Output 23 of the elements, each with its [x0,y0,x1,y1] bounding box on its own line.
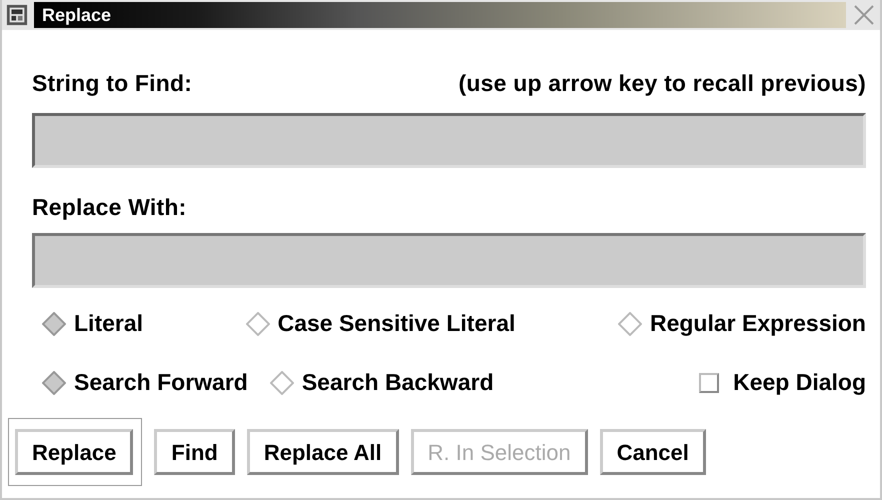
dialog-button[interactable]: Replace All [246,429,399,475]
field-label: String to Find: [32,70,192,97]
radio-button[interactable]: Literal [42,310,144,337]
keep-dialog-checkbox[interactable]: Keep Dialog [699,369,866,396]
radio-button[interactable]: Search Backward [270,369,494,396]
radio-button[interactable]: Regular Expression [618,310,866,337]
radio-button[interactable]: Case Sensitive Literal [246,310,516,337]
field-label: Replace With: [32,194,186,220]
find-field[interactable] [32,113,866,168]
radio-icon [618,312,642,336]
window-title: Replace [42,4,112,26]
radio-button[interactable]: Search Forward [42,369,248,396]
app-icon [6,4,28,26]
radio-icon [270,370,294,394]
radio-icon [42,370,66,394]
hint-text: (use up arrow key to recall previous) [458,70,866,97]
close-icon[interactable] [852,3,876,27]
dialog-button[interactable]: Cancel [600,429,706,475]
dialog-button[interactable]: Find [154,429,235,475]
radio-icon [246,312,270,336]
radio-icon [42,312,66,336]
replace-field[interactable] [32,233,866,288]
dialog-button[interactable]: Replace [15,429,134,475]
